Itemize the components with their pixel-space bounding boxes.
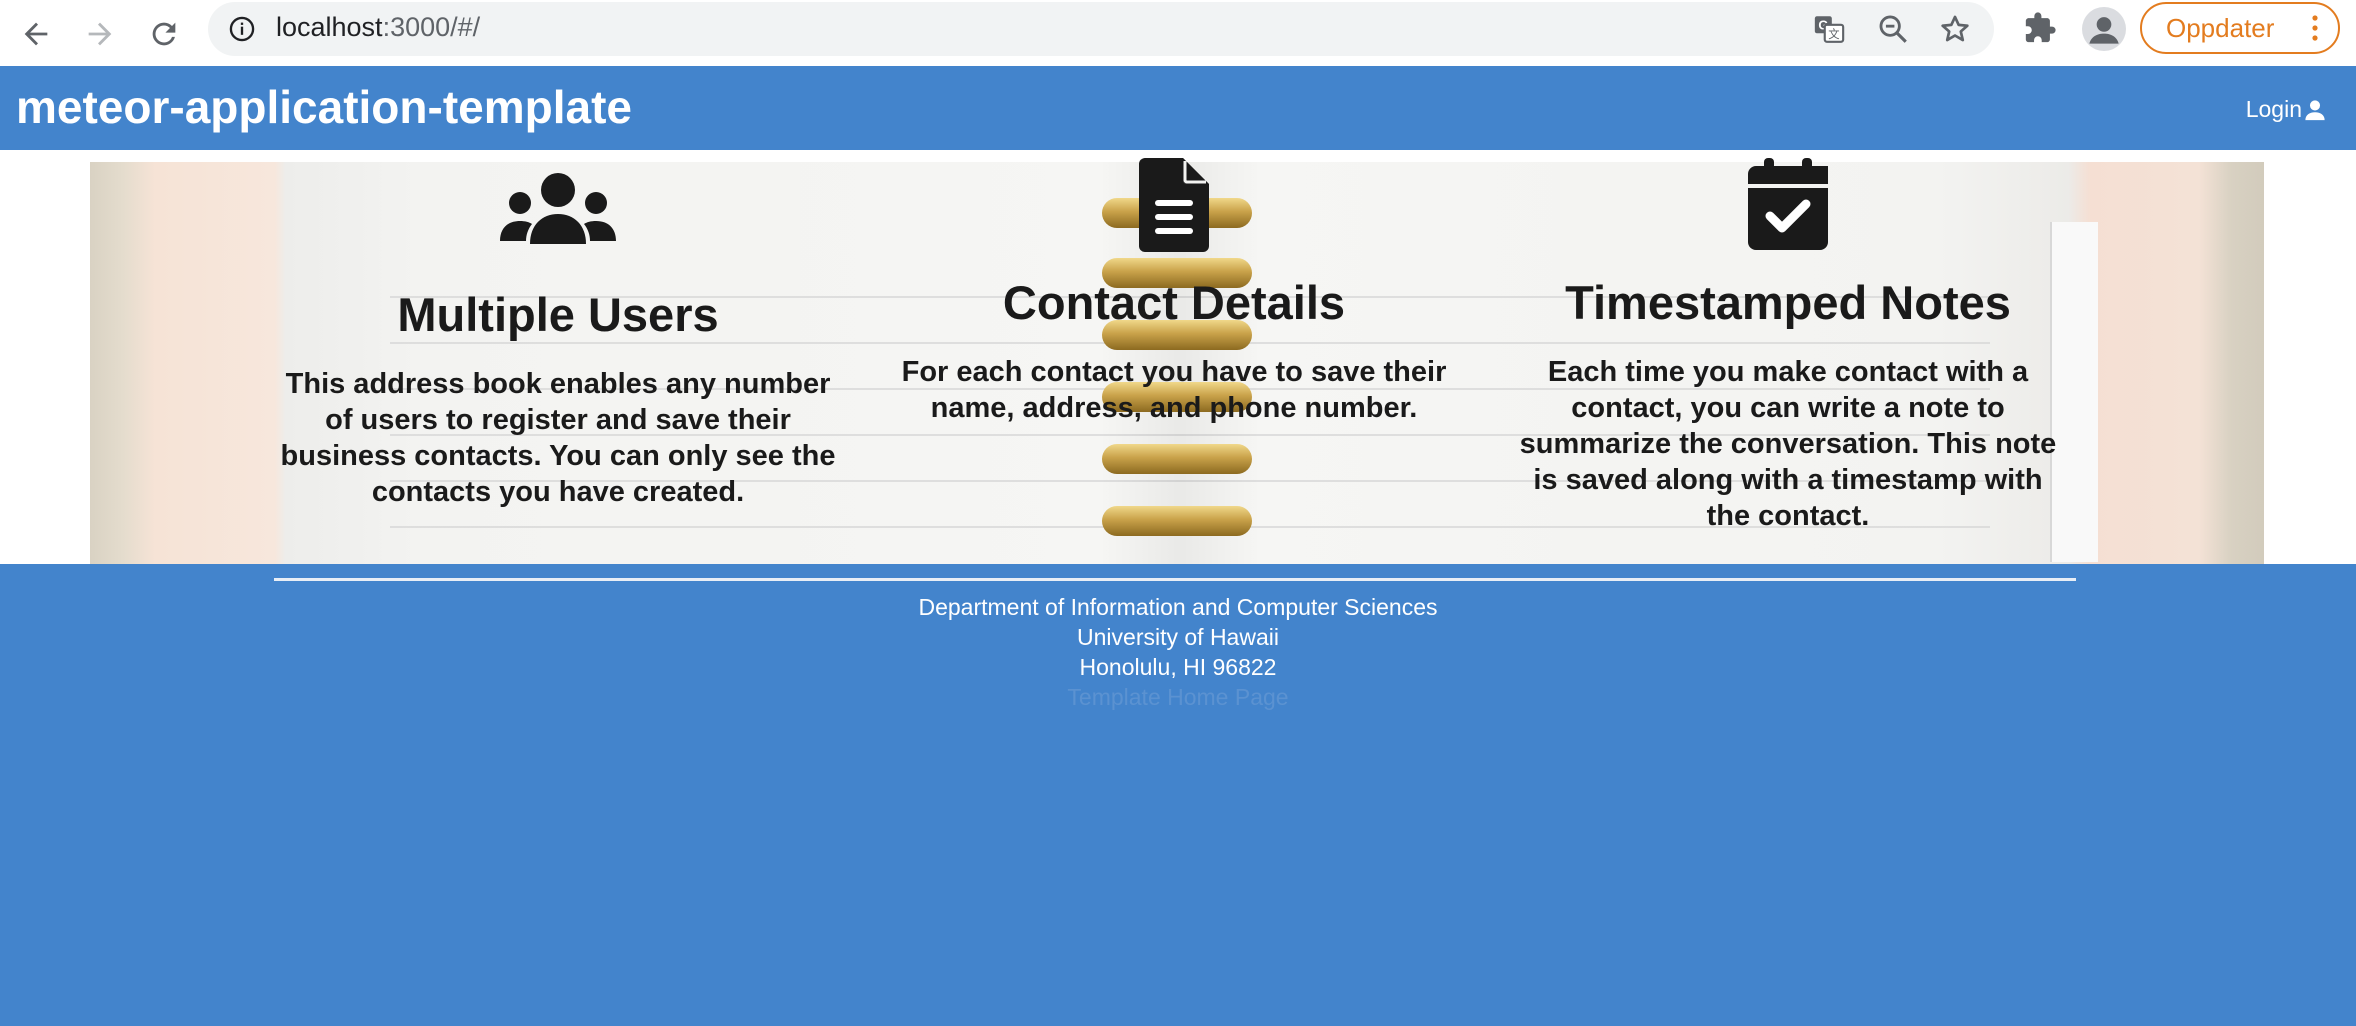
login-label: Login: [2245, 96, 2302, 122]
feature-description: This address book enables any number of …: [280, 368, 836, 508]
footer-divider: [274, 578, 2076, 581]
login-dropdown[interactable]: Login: [2246, 96, 2326, 123]
feature-title: Contact Details: [1002, 275, 1346, 329]
address-bar[interactable]: localhost:3000/#/ G 文: [208, 2, 1994, 56]
update-browser-button[interactable]: Oppdater: [2140, 2, 2340, 54]
zoom-out-icon[interactable]: [1876, 12, 1910, 46]
info-icon[interactable]: [228, 15, 256, 43]
reload-icon[interactable]: [138, 8, 190, 60]
feature-description: For each contact you have to save their …: [901, 356, 1447, 424]
svg-text:文: 文: [1828, 27, 1839, 41]
browser-toolbar: localhost:3000/#/ G 文 Oppdater: [0, 0, 2356, 66]
brand-link[interactable]: meteor-application-template: [16, 80, 632, 134]
feature-contact-details: Contact Details For each contact you hav…: [894, 158, 1454, 426]
feature-title: Timestamped Notes: [1565, 275, 2011, 329]
footer-home-link[interactable]: Template Home Page: [0, 682, 2356, 712]
menu-dots-icon[interactable]: [2312, 14, 2318, 42]
footer-address: Honolulu, HI 96822: [1079, 654, 1277, 680]
profile-icon[interactable]: [2082, 7, 2126, 51]
url-host: localhost: [276, 12, 383, 42]
update-button-label: Oppdater: [2166, 12, 2275, 43]
footer-university: University of Hawaii: [1077, 624, 1279, 650]
footer: Department of Information and Computer S…: [0, 564, 2356, 1026]
forward-icon[interactable]: [74, 8, 126, 60]
feature-description: Each time you make contact with a contac…: [1519, 356, 2057, 532]
translate-icon[interactable]: G 文: [1812, 12, 1846, 46]
file-text-icon: [1139, 158, 1209, 252]
bookmark-star-icon[interactable]: [1938, 12, 1972, 46]
back-icon[interactable]: [10, 8, 62, 60]
calendar-check-icon: [1748, 158, 1828, 250]
feature-title: Multiple Users: [397, 287, 719, 341]
user-icon: [2305, 99, 2325, 120]
extensions-icon[interactable]: [2020, 8, 2060, 48]
feature-timestamped-notes: Timestamped Notes Each time you make con…: [1508, 158, 2068, 534]
users-icon: [500, 173, 616, 244]
landing-section: Multiple Users This address book enables…: [0, 150, 2356, 564]
footer-department: Department of Information and Computer S…: [918, 594, 1438, 620]
url-path: :3000/#/: [382, 12, 481, 42]
app-navbar: meteor-application-template Login: [0, 66, 2356, 150]
feature-multiple-users: Multiple Users This address book enables…: [278, 170, 838, 510]
url-text[interactable]: localhost:3000/#/: [276, 12, 480, 43]
